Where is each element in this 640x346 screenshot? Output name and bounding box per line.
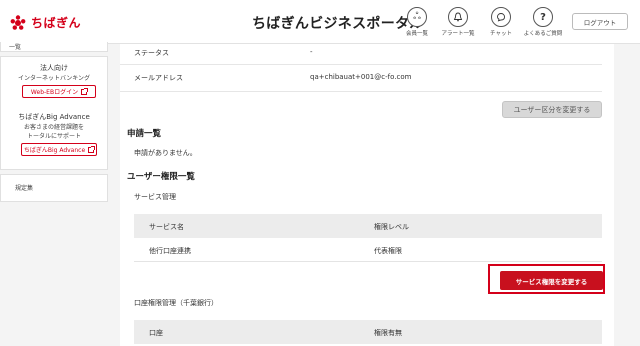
webeb-login-label: Web-EBログイン xyxy=(30,89,79,96)
external-link-icon xyxy=(88,145,96,153)
sidebar: 一覧 法人向け インターネットバンキング Web-EBログイン ちばぎんBig … xyxy=(0,42,108,346)
sidebar-top-card: 一覧 xyxy=(0,42,108,52)
divider xyxy=(120,64,602,65)
nav-members-label: 会員一覧 xyxy=(405,31,428,37)
corp-title: 法人向け xyxy=(40,64,68,72)
sidebar-top-label: 一覧 xyxy=(9,44,22,51)
no-application-text: 申請がありません。 xyxy=(134,149,197,157)
bigadv-sub1: お客さまの経営課題を xyxy=(23,124,84,131)
sidebar-regulations-card[interactable]: 規定集 xyxy=(0,174,108,202)
permission-heading: ユーザー権限一覧 xyxy=(127,172,195,182)
logout-button[interactable]: ログアウト xyxy=(572,13,628,30)
nav-alerts[interactable]: アラート一覧 xyxy=(437,7,479,37)
regulations-label: 規定集 xyxy=(15,185,34,192)
sidebar-banking-card: 法人向け インターネットバンキング Web-EBログイン ちばぎんBig Adv… xyxy=(0,56,108,170)
nav-faq-label: よくあるご質問 xyxy=(523,31,563,37)
bigadv-title: ちばぎんBig Advance xyxy=(18,113,90,121)
account-table-header: 口座 権限有無 xyxy=(134,320,602,344)
nav-alerts-label: アラート一覧 xyxy=(441,31,475,37)
corp-sub: インターネットバンキング xyxy=(17,75,91,82)
question-icon: ? xyxy=(533,7,553,27)
service-name-cell: 他行口座連携 xyxy=(149,247,191,255)
external-link-icon xyxy=(81,87,89,95)
users-icon: ஃ xyxy=(407,7,427,27)
chibagin-logo-icon xyxy=(10,14,26,31)
table-row: 他行口座連携 代表権限 xyxy=(134,238,602,262)
divider xyxy=(120,91,602,92)
nav-chat[interactable]: チャット xyxy=(480,7,522,37)
top-header: ちばぎん ちばぎんビジネスポータル ஃ 会員一覧 アラート一覧 チャット ? よ… xyxy=(0,0,640,44)
status-label: ステータス xyxy=(134,49,169,57)
account-mgmt-label: 口座権限管理（千葉銀行） xyxy=(134,299,218,307)
logo-text: ちばぎん xyxy=(31,16,82,30)
portal-title-main: ちばぎん xyxy=(252,16,310,32)
change-user-type-button[interactable]: ユーザー区分を変更する xyxy=(502,101,602,118)
bell-icon xyxy=(448,7,468,27)
column-header: 口座 xyxy=(149,329,163,337)
bigadv-sub2: トータルにサポート xyxy=(26,133,81,140)
permission-level-cell: 代表権限 xyxy=(374,247,402,255)
webeb-login-button[interactable]: Web-EBログイン xyxy=(22,85,96,98)
chibagin-logo[interactable]: ちばぎん xyxy=(10,14,81,31)
service-table-header: サービス名 権限レベル xyxy=(134,214,602,238)
nav-chat-label: チャット xyxy=(490,31,512,37)
change-service-permission-button[interactable]: サービス権限を変更する xyxy=(500,271,603,290)
email-value: qa+chibauat+001@c-fo.com xyxy=(310,73,412,81)
bigadv-button-label: ちばぎんBig Advance xyxy=(23,147,86,154)
bigadv-button[interactable]: ちばぎんBig Advance xyxy=(21,143,97,156)
status-value: - xyxy=(310,48,313,56)
nav-faq[interactable]: ? よくあるご質問 xyxy=(522,7,564,37)
nav-members[interactable]: ஃ 会員一覧 xyxy=(396,7,438,37)
chat-icon xyxy=(491,7,511,27)
application-heading: 申請一覧 xyxy=(127,129,162,139)
email-label: メールアドレス xyxy=(134,74,183,82)
column-header: 権限有無 xyxy=(374,329,402,337)
main-content: ステータス - メールアドレス qa+chibauat+001@c-fo.com… xyxy=(120,44,614,346)
service-mgmt-label: サービス管理 xyxy=(134,193,176,201)
column-header: サービス名 xyxy=(149,223,184,231)
column-header: 権限レベル xyxy=(374,223,409,231)
